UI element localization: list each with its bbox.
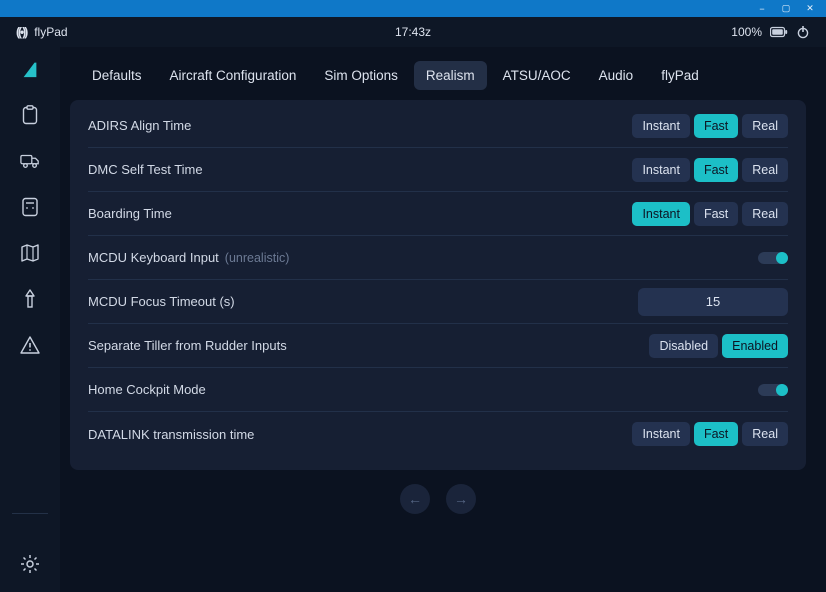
label-mcdu-timeout: MCDU Focus Timeout (s) [88, 294, 235, 309]
row-datalink: DATALINK transmission time Instant Fast … [88, 412, 788, 456]
row-tiller: Separate Tiller from Rudder Inputs Disab… [88, 324, 788, 368]
truck-icon[interactable] [20, 151, 40, 171]
adirs-real-button[interactable]: Real [742, 114, 788, 138]
row-home-cockpit: Home Cockpit Mode [88, 368, 788, 412]
seg-datalink: Instant Fast Real [632, 422, 788, 446]
tiller-enabled-button[interactable]: Enabled [722, 334, 788, 358]
window-close-button[interactable]: ✕ [798, 0, 822, 17]
tab-aircraft-configuration[interactable]: Aircraft Configuration [158, 61, 309, 90]
settings-panel: ADIRS Align Time Instant Fast Real DMC S… [70, 100, 806, 470]
pager-prev-button[interactable]: ← [400, 484, 430, 514]
app-title: flyPad [34, 25, 67, 39]
row-dmc-self-test: DMC Self Test Time Instant Fast Real [88, 148, 788, 192]
label-datalink: DATALINK transmission time [88, 427, 254, 442]
boarding-instant-button[interactable]: Instant [632, 202, 690, 226]
dmc-fast-button[interactable]: Fast [694, 158, 738, 182]
pager-next-button[interactable]: → [446, 484, 476, 514]
toggle-mcdu-keyboard[interactable] [758, 252, 788, 264]
app-body: Defaults Aircraft Configuration Sim Opti… [0, 47, 826, 592]
window-minimize-button[interactable]: − [750, 0, 774, 17]
dmc-real-button[interactable]: Real [742, 158, 788, 182]
atc-icon[interactable] [20, 289, 40, 309]
window-maximize-button[interactable]: ▢ [774, 0, 798, 17]
battery-icon [770, 26, 788, 38]
label-adirs: ADIRS Align Time [88, 118, 191, 133]
tab-atsu-aoc[interactable]: ATSU/AOC [491, 61, 583, 90]
sidebar-divider [12, 513, 48, 514]
datalink-instant-button[interactable]: Instant [632, 422, 690, 446]
adirs-instant-button[interactable]: Instant [632, 114, 690, 138]
seg-adirs: Instant Fast Real [632, 114, 788, 138]
label-mcdu-kb: MCDU Keyboard Input [88, 250, 219, 265]
settings-tabs: Defaults Aircraft Configuration Sim Opti… [70, 61, 806, 100]
battery-percent: 100% [731, 25, 762, 39]
tab-audio[interactable]: Audio [587, 61, 646, 90]
seg-dmc: Instant Fast Real [632, 158, 788, 182]
logo-icon[interactable] [20, 59, 40, 79]
tab-flypad[interactable]: flyPad [649, 61, 711, 90]
label-dmc: DMC Self Test Time [88, 162, 203, 177]
seg-tiller: Disabled Enabled [649, 334, 788, 358]
tab-defaults[interactable]: Defaults [80, 61, 154, 90]
hint-mcdu-kb: (unrealistic) [225, 251, 290, 265]
label-boarding: Boarding Time [88, 206, 172, 221]
power-icon[interactable] [796, 25, 810, 39]
tiller-disabled-button[interactable]: Disabled [649, 334, 718, 358]
row-adirs-align-time: ADIRS Align Time Instant Fast Real [88, 104, 788, 148]
input-mcdu-timeout[interactable]: 15 [638, 288, 788, 316]
boarding-real-button[interactable]: Real [742, 202, 788, 226]
row-mcdu-keyboard: MCDU Keyboard Input (unrealistic) [88, 236, 788, 280]
main-content: Defaults Aircraft Configuration Sim Opti… [60, 47, 826, 592]
signal-icon: ((•)) [16, 25, 26, 39]
clipboard-icon[interactable] [20, 105, 40, 125]
window-titlebar: − ▢ ✕ [0, 0, 826, 17]
datalink-real-button[interactable]: Real [742, 422, 788, 446]
toggle-home-cockpit[interactable] [758, 384, 788, 396]
row-boarding-time: Boarding Time Instant Fast Real [88, 192, 788, 236]
label-tiller: Separate Tiller from Rudder Inputs [88, 338, 287, 353]
tab-sim-options[interactable]: Sim Options [312, 61, 410, 90]
adirs-fast-button[interactable]: Fast [694, 114, 738, 138]
dmc-instant-button[interactable]: Instant [632, 158, 690, 182]
app-header: ((•)) flyPad 17:43z 100% [0, 17, 826, 47]
gear-icon[interactable] [20, 554, 40, 574]
warning-icon[interactable] [20, 335, 40, 355]
header-clock: 17:43z [395, 25, 431, 39]
calculator-icon[interactable] [20, 197, 40, 217]
map-icon[interactable] [20, 243, 40, 263]
seg-boarding: Instant Fast Real [632, 202, 788, 226]
sidebar [0, 47, 60, 592]
tab-realism[interactable]: Realism [414, 61, 487, 90]
label-home-cockpit: Home Cockpit Mode [88, 382, 206, 397]
datalink-fast-button[interactable]: Fast [694, 422, 738, 446]
boarding-fast-button[interactable]: Fast [694, 202, 738, 226]
row-mcdu-timeout: MCDU Focus Timeout (s) 15 [88, 280, 788, 324]
pager: ← → [70, 470, 806, 514]
